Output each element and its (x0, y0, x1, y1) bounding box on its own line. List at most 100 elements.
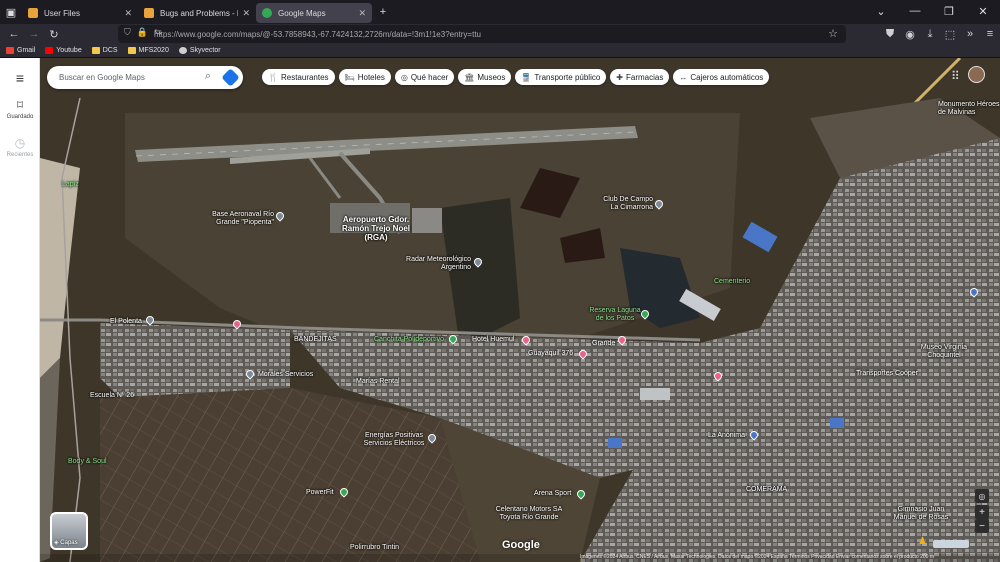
place-label-marias[interactable]: Marías Rental (356, 378, 400, 386)
museum-icon: 🏛 (464, 72, 475, 82)
folder-icon (91, 47, 100, 54)
place-label-radar[interactable]: Radar Meteorológico Argentino (395, 256, 471, 272)
place-label-comerama[interactable]: COMERAMA (746, 486, 787, 494)
satellite-imagery[interactable] (40, 58, 1000, 562)
navigation-bar: ← → ↻ ⛉🔒⇆ https://www.google.com/maps/@-… (0, 24, 1000, 44)
place-label-naval-base[interactable]: Base Aeronaval Río Grande "Piopenta" (206, 211, 274, 227)
place-label-huemul[interactable]: Hotel Huemul (472, 336, 514, 344)
close-tab-icon[interactable]: ✕ (242, 8, 250, 19)
imagery-thumbnails[interactable] (933, 540, 969, 548)
zoom-in-button[interactable]: + (975, 505, 989, 519)
bookmark-dcs[interactable]: DCS (91, 47, 118, 54)
place-label-club[interactable]: Club De Campo La Cimarrona (598, 196, 653, 212)
new-tab-button[interactable]: + (372, 1, 394, 23)
search-box[interactable]: Buscar en Google Maps ⌕ (47, 66, 243, 89)
folder-icon (144, 8, 154, 18)
chip-atms[interactable]: ↔ Cajeros automáticos (673, 69, 770, 85)
place-label-powerfit[interactable]: PowerFit (306, 489, 334, 497)
close-tab-icon[interactable]: ✕ (358, 8, 366, 19)
tab-list-icon[interactable]: ▣ (0, 1, 22, 23)
place-label-gimnasio[interactable]: Gimnasio Juan Manuel de Rosas (886, 506, 956, 522)
place-label-guayaquil[interactable]: Guayaquil 376 (528, 350, 573, 358)
zoom-out-button[interactable]: − (975, 519, 989, 533)
back-icon[interactable]: ← (4, 24, 24, 44)
pegman-icon[interactable]: ♟ (918, 536, 927, 547)
map-footer: Imágenes ©2024 Airbus, CNES / Airbus, Ma… (40, 554, 1000, 562)
downloads-icon[interactable]: ⤓ (920, 24, 940, 44)
url-text[interactable]: https://www.google.com/maps/@-53.7858943… (154, 30, 481, 39)
chip-pharmacies[interactable]: ✚ Farmacias (610, 69, 670, 85)
place-label-canchita[interactable]: Canchita Polideportivo (374, 336, 444, 344)
avatar[interactable] (968, 66, 985, 83)
reload-icon[interactable]: ↻ (44, 24, 64, 44)
tab-bar: ▣ User Files ✕ Bugs and Problems - ED Fo… (0, 0, 1000, 24)
folder-icon (127, 47, 136, 54)
hamburger-icon[interactable]: ≡ (0, 70, 40, 86)
maximize-button[interactable]: ❐ (932, 0, 966, 22)
place-label-escuela[interactable]: Escuela Nº 26 (90, 392, 134, 400)
place-label-bodysoul[interactable]: Body & Soul (68, 458, 107, 466)
google-logo: Google (502, 539, 540, 551)
search-input[interactable]: Buscar en Google Maps (59, 73, 145, 82)
bookmark-youtube[interactable]: Youtube (45, 47, 82, 54)
history-icon: ◷ (14, 136, 26, 150)
bookmark-skyvector[interactable]: Skyvector (178, 47, 221, 54)
list-all-tabs-icon[interactable]: ⌄ (864, 0, 898, 22)
pharmacy-icon: ✚ (616, 72, 623, 82)
place-label-polenta[interactable]: El Polenta (110, 318, 142, 326)
place-label-transportes[interactable]: Transportes Cooper (856, 370, 918, 378)
overflow-icon[interactable]: » (960, 24, 980, 44)
camera-icon: ◎ (400, 72, 408, 82)
url-bar[interactable]: ⛉🔒⇆ https://www.google.com/maps/@-53.785… (118, 25, 846, 43)
place-label-arena[interactable]: Arena Sport (534, 490, 571, 498)
place-label-energias[interactable]: Energías Positivas Servicios Eléctricos (358, 432, 430, 448)
chip-restaurants[interactable]: 🍴 Restaurantes (262, 69, 335, 85)
place-label-lapiz[interactable]: Lapiz (62, 181, 79, 189)
recent-button[interactable]: ◷ Recientes (0, 136, 40, 158)
atm-icon: ↔ (679, 72, 688, 82)
pocket-icon[interactable]: ⛊ (880, 24, 900, 44)
layers-button[interactable]: ◈ Capas (50, 512, 88, 550)
directions-icon[interactable] (221, 68, 240, 87)
maps-side-rail: ≡ ⌑ Guardado ◷ Recientes (0, 58, 40, 562)
fork-knife-icon: 🍴 (268, 72, 278, 82)
saved-button[interactable]: ⌑ Guardado (0, 98, 40, 120)
train-icon: 🚆 (521, 72, 532, 82)
menu-icon[interactable]: ≡ (980, 24, 1000, 44)
place-label-monument[interactable]: Monumento Héroes de Malvinas (938, 101, 1000, 117)
place-label-laguna[interactable]: Reserva Laguna de los Patos (588, 307, 642, 323)
chip-hotels[interactable]: 🛏 Hoteles (338, 69, 391, 85)
folder-icon (28, 8, 38, 18)
account-icon[interactable]: ◉ (900, 24, 920, 44)
place-label-polirrubro[interactable]: Polirrubro Tintin (350, 544, 399, 552)
chip-museums[interactable]: 🏛 Museos (458, 69, 512, 85)
gmail-icon (6, 47, 14, 54)
place-label-anonima[interactable]: La Anónima (708, 432, 745, 440)
search-icon[interactable]: ⌕ (205, 70, 211, 83)
place-label-celentano[interactable]: Celentano Motors SA Toyota Río Grande (492, 506, 566, 522)
forward-icon[interactable]: → (24, 24, 44, 44)
place-label-bandejitas[interactable]: BANDEJITAS (294, 336, 337, 344)
minimize-button[interactable]: — (898, 0, 932, 22)
bookmark-icon: ⌑ (16, 98, 24, 112)
tab-google-maps[interactable]: Google Maps ✕ (256, 3, 372, 23)
bed-icon: 🛏 (344, 72, 355, 82)
place-label-museo[interactable]: Museo Virginia Choquintel (914, 344, 974, 360)
chip-transit[interactable]: 🚆 Transporte público (515, 69, 607, 85)
chip-things-to-do[interactable]: ◎ Qué hacer (394, 69, 455, 85)
bookmark-mfs2020[interactable]: MFS2020 (127, 47, 169, 54)
close-tab-icon[interactable]: ✕ (124, 8, 132, 19)
place-label-grande[interactable]: Grande (592, 340, 615, 348)
place-label-morales[interactable]: Morales Servicios (258, 371, 313, 379)
close-window-button[interactable]: ✕ (966, 0, 1000, 22)
google-apps-icon[interactable]: ⠿ (951, 69, 960, 83)
place-label-cementerio[interactable]: Cementerio (714, 278, 750, 286)
place-label-airport[interactable]: Aeropuerto Gdor. Ramón Trejo Noel (RGA) (336, 215, 416, 242)
tab-user-files[interactable]: User Files ✕ (22, 3, 138, 23)
tab-bugs-forum[interactable]: Bugs and Problems - ED Forum ✕ (138, 3, 256, 23)
my-location-icon[interactable]: ◎ (975, 489, 989, 503)
bookmark-gmail[interactable]: Gmail (6, 47, 35, 54)
bookmark-star-icon[interactable]: ☆ (828, 27, 838, 40)
satellite-map[interactable]: Buscar en Google Maps ⌕ 🍴 Restaurantes 🛏 H… (40, 58, 1000, 562)
extensions-icon[interactable]: ⬚ (940, 24, 960, 44)
